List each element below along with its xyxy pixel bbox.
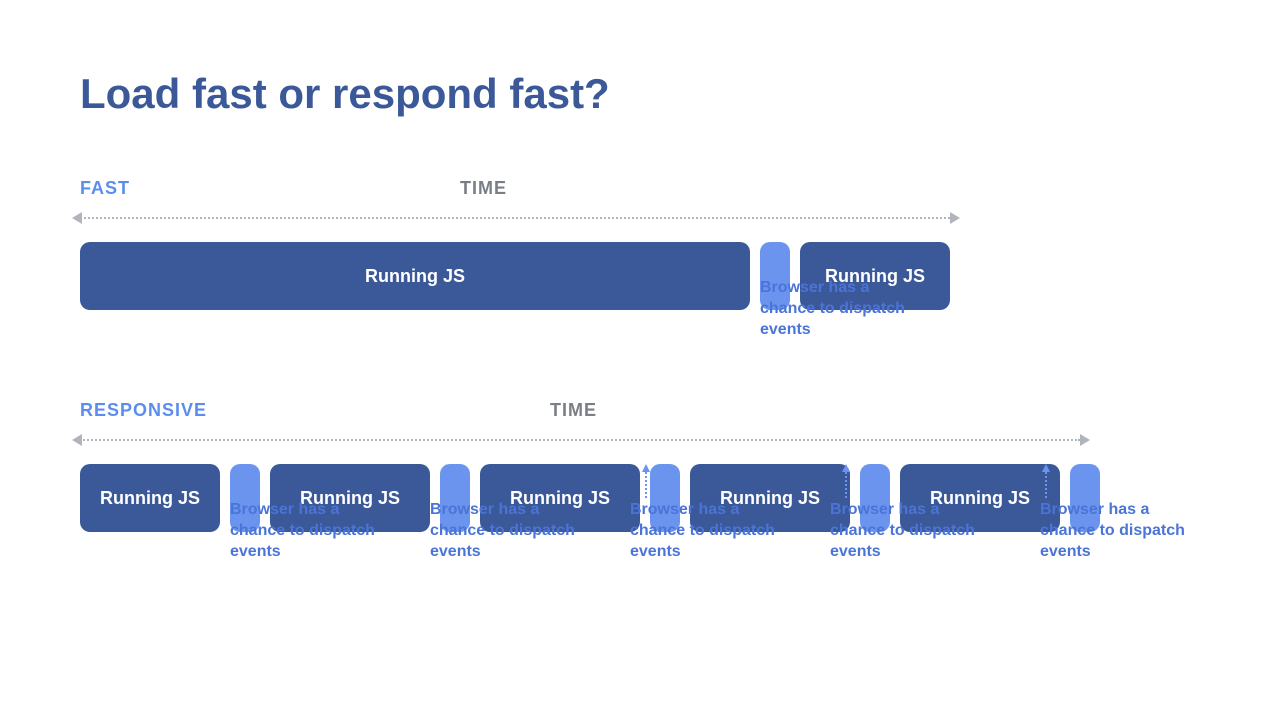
slide: Load fast or respond fast? FAST TIME Run… <box>80 70 1180 532</box>
dispatch-events-annotation: Browser has a chance to dispatch events <box>1040 500 1200 562</box>
pointer-icon <box>245 472 247 498</box>
fast-axis-line <box>80 217 950 219</box>
running-js-block: Running JS <box>80 242 750 310</box>
responsive-section: RESPONSIVE TIME Running JSRunning JSRunn… <box>80 400 1180 532</box>
block-label: Running JS <box>365 266 465 287</box>
responsive-labels-row: RESPONSIVE TIME <box>80 400 1180 430</box>
dispatch-events-annotation: Browser has a chance to dispatch events <box>230 500 390 562</box>
responsive-axis <box>80 434 1180 446</box>
pointer-icon <box>845 472 847 498</box>
responsive-label: RESPONSIVE <box>80 400 207 421</box>
responsive-axis-line <box>80 439 1080 441</box>
arrow-right-icon <box>1080 434 1090 446</box>
dispatch-events-annotation: Browser has a chance to dispatch events <box>630 500 790 562</box>
fast-time-label: TIME <box>460 178 507 199</box>
pointer-icon <box>645 472 647 498</box>
pointer-icon <box>1045 472 1047 498</box>
fast-labels-row: FAST TIME <box>80 178 1180 208</box>
block-label: Running JS <box>100 488 200 509</box>
fast-timeline: Running JSRunning JS <box>80 242 1180 310</box>
dispatch-events-annotation: Browser has a chance to dispatch events <box>830 500 990 562</box>
dispatch-events-annotation: Browser has a chance to dispatch events <box>760 278 920 340</box>
fast-label: FAST <box>80 178 130 199</box>
fast-axis <box>80 212 1180 224</box>
dispatch-events-annotation: Browser has a chance to dispatch events <box>430 500 590 562</box>
responsive-time-label: TIME <box>550 400 597 421</box>
pointer-icon <box>775 250 777 276</box>
pointer-icon <box>445 472 447 498</box>
running-js-block: Running JS <box>80 464 220 532</box>
fast-section: FAST TIME Running JSRunning JS Browser h… <box>80 178 1180 310</box>
arrow-right-icon <box>950 212 960 224</box>
slide-title: Load fast or respond fast? <box>80 70 1180 118</box>
